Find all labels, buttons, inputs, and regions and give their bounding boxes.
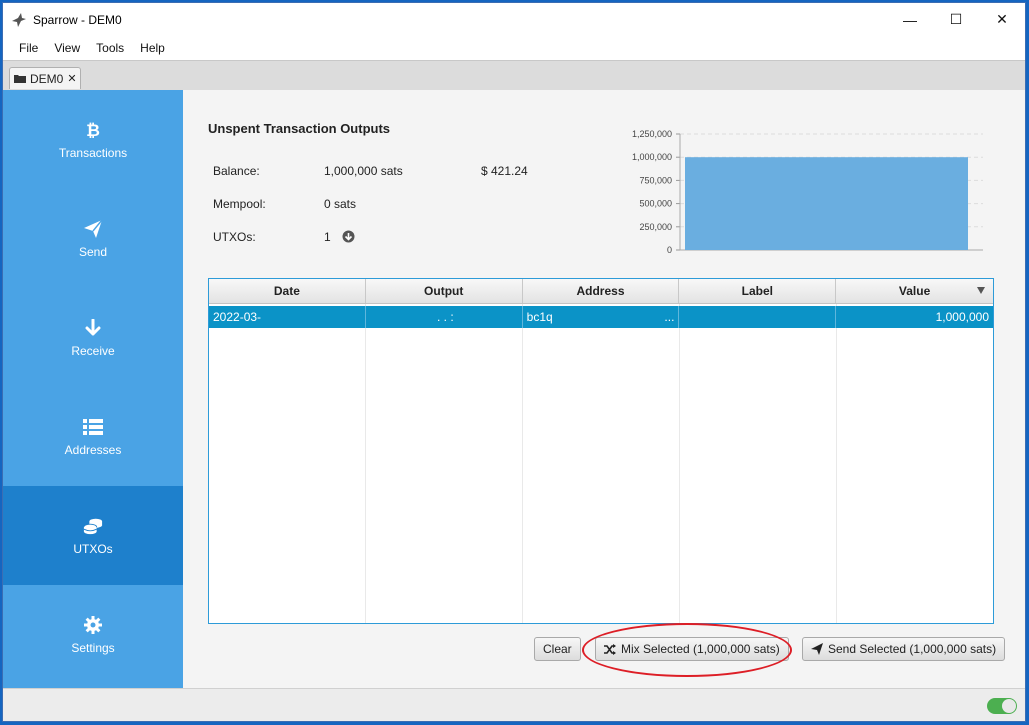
connection-toggle[interactable]	[987, 698, 1017, 714]
column-header-value[interactable]: Value	[836, 279, 993, 303]
chart-y-tick-label: 500,000	[639, 199, 672, 209]
column-divider	[522, 304, 523, 623]
sidebar-item-send[interactable]: Send	[3, 189, 183, 288]
sidebar-item-label: Settings	[71, 640, 115, 655]
coins-icon	[83, 516, 103, 536]
title-bar: Sparrow - DEM0 — ☐ ✕	[3, 3, 1025, 36]
sidebar-item-label: Send	[78, 244, 108, 259]
sidebar-item-label: Receive	[71, 343, 115, 358]
chart-y-tick-label: 0	[667, 245, 672, 255]
menu-view[interactable]: View	[46, 41, 88, 55]
sort-descending-icon[interactable]	[976, 287, 985, 294]
shuffle-icon	[604, 643, 616, 655]
menu-file[interactable]: File	[11, 41, 46, 55]
balance-fiat: $ 421.24	[481, 164, 528, 178]
gear-icon	[83, 615, 103, 635]
cell-value: 1,000,000	[935, 310, 989, 324]
chart-y-tick-label: 1,250,000	[632, 129, 672, 139]
status-bar	[3, 688, 1025, 721]
tab-wallet[interactable]: DEM0 ✕	[9, 67, 81, 89]
toggle-knob	[1002, 699, 1016, 713]
column-divider	[365, 304, 366, 623]
tab-close-icon[interactable]: ✕	[67, 72, 76, 85]
svg-text:₿: ₿	[86, 121, 100, 139]
sidebar-item-utxos[interactable]: UTXOs	[3, 486, 183, 585]
utxo-value-chart: 0 250,000 500,000 750,000 1,000,000 1,250,000	[632, 129, 983, 255]
chart-y-tick-label: 750,000	[639, 175, 672, 185]
mix-selected-button[interactable]: Mix Selected (1,000,000 sats)	[595, 637, 789, 661]
clear-button[interactable]: Clear	[534, 637, 581, 661]
close-icon: ✕	[996, 11, 1008, 27]
table-header: Date Output Address Label Value	[209, 279, 993, 304]
sidebar-item-label: UTXOs	[73, 541, 113, 556]
menu-help[interactable]: Help	[132, 41, 173, 55]
folder-icon	[14, 75, 26, 83]
balance-value: 1,000,000 sats	[324, 164, 403, 178]
utxos-count-label: UTXOs:	[213, 230, 256, 244]
sidebar-item-settings[interactable]: Settings	[3, 585, 183, 684]
column-header-address[interactable]: Address	[523, 279, 680, 303]
table-body: 2022-03- . . : bc1q ... 1,000,000	[209, 304, 993, 623]
chart-y-tick-label: 250,000	[639, 222, 672, 232]
cell-label	[679, 306, 837, 328]
minimize-icon: —	[903, 11, 917, 28]
sidebar-item-receive[interactable]: Receive	[3, 288, 183, 387]
sidebar: ₿ Transactions Send Receive Addresses UT…	[3, 90, 183, 688]
sidebar-item-label: Transactions	[58, 145, 128, 160]
table-row[interactable]: 2022-03- . . : bc1q ... 1,000,000	[209, 306, 993, 328]
app-window: Sparrow - DEM0 — ☐ ✕ File View Tools Hel…	[2, 2, 1026, 722]
menu-tools[interactable]: Tools	[88, 41, 132, 55]
send-selected-button[interactable]: Send Selected (1,000,000 sats)	[802, 637, 1006, 661]
chart-bar	[685, 157, 968, 250]
cell-date: 2022-03-	[209, 306, 366, 328]
paper-plane-icon	[83, 219, 103, 239]
minimize-button[interactable]: —	[887, 3, 933, 36]
sidebar-item-addresses[interactable]: Addresses	[3, 387, 183, 486]
circle-arrow-down-icon[interactable]	[342, 230, 355, 243]
mempool-label: Mempool:	[213, 197, 266, 211]
page-title: Unspent Transaction Outputs	[208, 121, 391, 136]
cell-output: . . :	[366, 306, 523, 328]
chart-y-tick-label: 1,000,000	[632, 152, 672, 162]
sparrow-logo-icon	[12, 12, 26, 27]
bitcoin-icon: ₿	[83, 120, 103, 140]
column-header-label[interactable]: Label	[679, 279, 837, 303]
sidebar-item-transactions[interactable]: ₿ Transactions	[3, 90, 183, 189]
arrow-down-icon	[83, 318, 103, 338]
list-icon	[83, 417, 103, 437]
tab-bar: DEM0 ✕	[3, 60, 1025, 92]
column-header-output[interactable]: Output	[366, 279, 523, 303]
paper-plane-icon	[811, 643, 823, 655]
utxos-count-value: 1	[324, 230, 331, 244]
column-header-date[interactable]: Date	[209, 279, 366, 303]
maximize-button[interactable]: ☐	[933, 3, 979, 36]
close-button[interactable]: ✕	[979, 3, 1025, 36]
utxos-panel: Unspent Transaction Outputs Balance: 1,0…	[183, 90, 1025, 688]
sidebar-item-label: Addresses	[64, 442, 122, 457]
utxo-table: Date Output Address Label Value 2022-03-…	[208, 278, 994, 624]
column-divider	[679, 304, 680, 623]
cell-address: bc1q ...	[523, 306, 680, 328]
column-divider	[836, 304, 837, 623]
tab-label: DEM0	[30, 71, 64, 86]
menu-bar: File View Tools Help	[3, 36, 1025, 60]
window-title: Sparrow - DEM0	[33, 12, 122, 27]
balance-label: Balance:	[213, 164, 260, 178]
maximize-icon: ☐	[949, 11, 963, 27]
mempool-value: 0 sats	[324, 197, 357, 211]
